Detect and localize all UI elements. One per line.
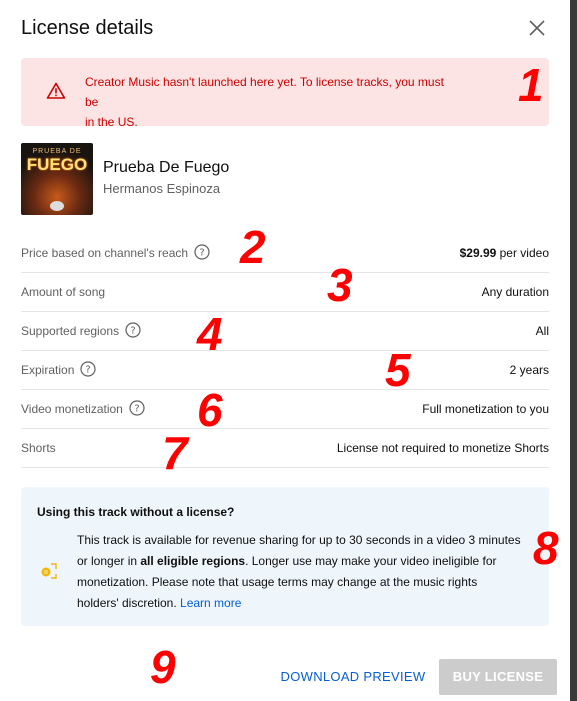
detail-row-video-monetization: Video monetization ? Full monetization t…	[21, 390, 549, 429]
close-icon[interactable]	[525, 16, 549, 40]
warning-line-2: in the US.	[85, 115, 138, 129]
detail-label-container: Video monetization ?	[21, 400, 145, 416]
detail-value: 2 years	[509, 363, 549, 377]
annotation-marker: 2	[240, 221, 266, 273]
help-icon[interactable]: ?	[80, 361, 96, 377]
detail-value: License not required to monetize Shorts	[336, 441, 549, 455]
learn-more-link[interactable]: Learn more	[180, 596, 241, 610]
help-icon[interactable]: ?	[194, 244, 210, 260]
album-art-big-text: FUEGO	[26, 155, 88, 174]
detail-value: Full monetization to you	[422, 402, 549, 416]
annotation-marker: 8	[533, 522, 559, 574]
window-edge	[570, 0, 577, 701]
not-launched-warning-banner: Creator Music hasn't launched here yet. …	[21, 58, 549, 129]
annotation-marker: 5	[385, 344, 411, 396]
track-title: Prueba De Fuego	[103, 159, 230, 176]
detail-row-expiration: Expiration ? 2 years	[21, 351, 549, 390]
detail-label: Supported regions	[21, 324, 120, 338]
detail-label-container: Supported regions ?	[21, 322, 141, 338]
detail-label: Price based on channel's reach	[21, 246, 189, 260]
license-details-dialog: License details Creator Music hasn't lau…	[0, 0, 570, 701]
license-details-list: Price based on channel's reach ? $29.99 …	[21, 234, 549, 468]
price-amount: $29.99	[459, 246, 497, 260]
price-unit: per video	[496, 246, 549, 260]
track-artist: Hermanos Espinoza	[103, 181, 221, 196]
svg-text:?: ?	[130, 326, 135, 337]
detail-label: Expiration	[21, 363, 75, 377]
info-text-bold: all eligible regions	[140, 554, 246, 568]
detail-label-container: Amount of song	[21, 285, 105, 299]
dialog-header: License details	[21, 14, 549, 42]
detail-row-shorts: Shorts License not required to monetize …	[21, 429, 549, 468]
track-info: PRUEBA DE FUEGO Prueba De Fuego Hermanos…	[21, 143, 549, 215]
detail-row-amount-of-song: Amount of song Any duration	[21, 273, 549, 312]
detail-value: Any duration	[481, 285, 549, 299]
detail-label-container: Shorts	[21, 441, 56, 455]
detail-row-supported-regions: Supported regions ? All	[21, 312, 549, 351]
detail-label-container: Expiration ?	[21, 361, 96, 377]
album-art-small-text: PRUEBA DE	[32, 148, 82, 155]
warning-icon	[46, 81, 66, 101]
unlicensed-use-info-box: Using this track without a license? This…	[21, 487, 549, 626]
annotation-marker: 1	[518, 59, 544, 111]
help-icon[interactable]: ?	[125, 322, 141, 338]
annotation-marker: 6	[197, 384, 223, 436]
detail-row-price: Price based on channel's reach ? $29.99 …	[21, 234, 549, 273]
download-preview-button[interactable]: DOWNLOAD PREVIEW	[270, 659, 436, 695]
svg-text:?: ?	[199, 248, 204, 259]
info-text: This track is available for revenue shar…	[77, 530, 521, 614]
annotation-marker: 7	[162, 427, 188, 479]
annotation-marker: 3	[327, 259, 353, 311]
detail-value: $29.99 per video	[460, 246, 549, 260]
info-title: Using this track without a license?	[37, 505, 235, 519]
help-icon[interactable]: ?	[129, 400, 145, 416]
warning-line-1: Creator Music hasn't launched here yet. …	[85, 75, 444, 109]
album-art-logo	[50, 201, 64, 211]
detail-label-container: Price based on channel's reach ?	[21, 244, 210, 260]
dialog-footer: DOWNLOAD PREVIEW BUY LICENSE	[0, 659, 570, 695]
warning-message: Creator Music hasn't launched here yet. …	[85, 72, 455, 132]
svg-text:?: ?	[86, 365, 91, 376]
detail-value: All	[535, 324, 549, 338]
buy-license-button: BUY LICENSE	[439, 659, 557, 695]
svg-text:?: ?	[134, 404, 139, 415]
detail-label: Video monetization	[21, 402, 123, 416]
annotation-marker: 9	[150, 641, 176, 693]
dialog-title: License details	[21, 17, 154, 39]
album-art: PRUEBA DE FUEGO	[21, 143, 93, 215]
revenue-share-icon	[39, 561, 59, 581]
detail-label: Amount of song	[21, 285, 106, 299]
detail-label: Shorts	[21, 441, 56, 455]
annotation-marker: 4	[197, 308, 223, 360]
